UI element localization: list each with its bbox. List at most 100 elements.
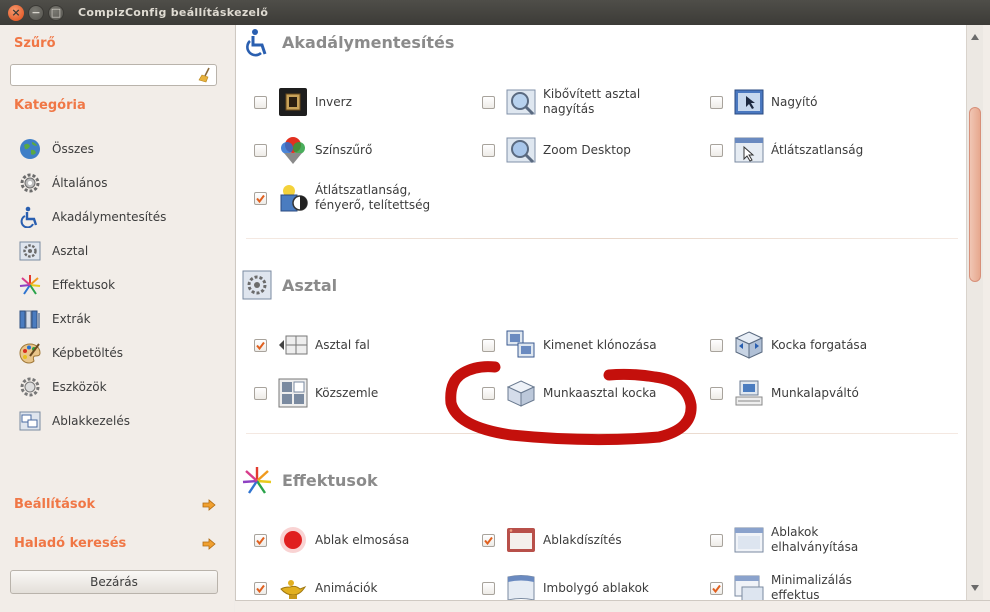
plugin-rotate-cube[interactable]: Kocka forgatása — [710, 327, 867, 363]
gear-icon — [20, 173, 40, 193]
category-effects[interactable]: Effektusok — [18, 268, 166, 302]
plugin-checkbox[interactable] — [482, 143, 495, 157]
plugin-checkbox[interactable] — [710, 533, 723, 547]
plugin-checkbox[interactable] — [710, 386, 723, 400]
plugin-window-decoration[interactable]: Ablakdíszítés — [482, 522, 622, 558]
plugin-desktop-wall[interactable]: Asztal fal — [254, 327, 370, 363]
desktop-gear-icon — [19, 241, 41, 261]
checkmark-icon — [256, 536, 265, 545]
filter-input[interactable] — [11, 65, 191, 85]
scroll-down-icon[interactable] — [971, 585, 979, 591]
window-title: CompizConfig beállításkezelő — [78, 6, 269, 19]
plugin-fade-windows[interactable]: Ablakok elhalványítása — [710, 522, 861, 558]
wobbly-windows-icon — [507, 575, 535, 600]
plugin-invert[interactable]: Inverz — [254, 84, 352, 120]
plugin-list-panel: Akadálymentesítés Inverz Kibővített aszt… — [235, 25, 966, 600]
filter-box — [10, 64, 217, 86]
plugin-checkbox[interactable] — [482, 95, 495, 109]
desktop-gear-icon — [242, 270, 272, 300]
category-accessibility[interactable]: Akadálymentesítés — [18, 200, 166, 234]
plugin-opacity[interactable]: Átlátszatlanság — [710, 132, 863, 168]
settings-link[interactable]: Beállítások — [14, 497, 216, 512]
section-divider — [246, 433, 958, 434]
close-window-button[interactable]: × — [8, 4, 24, 21]
plugin-checkbox[interactable] — [254, 533, 267, 547]
checkmark-icon — [484, 536, 493, 545]
desktop-cube-icon — [506, 380, 536, 407]
plugin-checkbox[interactable] — [482, 533, 495, 547]
checkmark-icon — [712, 584, 721, 593]
sidebar: Szűrő Kategória Összes Általános Akadály… — [0, 25, 234, 612]
plugin-animations[interactable]: Animációk — [254, 570, 377, 600]
plugin-checkbox[interactable] — [254, 191, 267, 205]
genie-lamp-icon — [280, 580, 307, 599]
category-all[interactable]: Összes — [18, 132, 166, 166]
minimize-window-button[interactable]: − — [28, 4, 44, 21]
magnifier-icon — [506, 89, 536, 116]
blur-icon — [280, 527, 306, 553]
plugin-desktop-cube[interactable]: Munkaasztal kocka — [482, 375, 656, 411]
category-list: Összes Általános Akadálymentesítés Aszta… — [18, 132, 166, 438]
plugin-checkbox[interactable] — [254, 95, 267, 109]
plugin-wobbly-windows[interactable]: Imbolygó ablakok — [482, 570, 649, 600]
category-image-loading[interactable]: Képbetöltés — [18, 336, 166, 370]
plugin-checkbox[interactable] — [710, 338, 723, 352]
plugin-clone-output[interactable]: Kimenet klónozása — [482, 327, 657, 363]
expo-icon — [278, 378, 308, 408]
plugin-window-blur[interactable]: Ablak elmosása — [254, 522, 409, 558]
arrow-right-icon — [202, 537, 216, 550]
title-bar: × − □ CompizConfig beállításkezelő — [0, 0, 990, 25]
globe-icon — [20, 139, 40, 159]
category-window-management[interactable]: Ablakkezelés — [18, 404, 166, 438]
clear-broom-icon[interactable] — [198, 67, 212, 83]
opacity-window-icon — [734, 137, 764, 163]
plugin-enhanced-zoom[interactable]: Kibővített asztal nagyítás — [482, 84, 653, 120]
plugin-checkbox[interactable] — [254, 143, 267, 157]
plugin-checkbox[interactable] — [254, 338, 267, 352]
advanced-search-link[interactable]: Haladó keresés — [14, 536, 216, 551]
category-label: Kategória — [14, 98, 86, 113]
section-title-effects: Effektusok — [282, 471, 378, 490]
plugin-checkbox[interactable] — [482, 581, 495, 595]
category-general[interactable]: Általános — [18, 166, 166, 200]
plugin-expo[interactable]: Közszemle — [254, 375, 378, 411]
tools-gear-icon — [20, 377, 40, 397]
books-icon — [19, 310, 40, 329]
workspace-switcher-icon — [735, 380, 763, 406]
plugin-checkbox[interactable] — [710, 143, 723, 157]
plugin-checkbox[interactable] — [710, 581, 723, 595]
arrow-right-icon — [202, 498, 216, 511]
vertical-scrollbar[interactable] — [966, 25, 983, 600]
plugin-zoom-desktop[interactable]: Zoom Desktop — [482, 132, 631, 168]
plugin-checkbox[interactable] — [482, 386, 495, 400]
filter-label: Szűrő — [14, 36, 56, 51]
category-tools[interactable]: Eszközök — [18, 370, 166, 404]
plugin-checkbox[interactable] — [710, 95, 723, 109]
plugin-minimize-effect[interactable]: Minimalizálás effektus — [710, 570, 861, 600]
close-button[interactable]: Bezárás — [10, 570, 218, 594]
plugin-magnifier[interactable]: Nagyító — [710, 84, 817, 120]
maximize-window-button[interactable]: □ — [48, 4, 64, 21]
palette-icon — [19, 343, 41, 364]
magnifier-cursor-icon — [734, 89, 764, 115]
plugin-checkbox[interactable] — [254, 386, 267, 400]
section-title-accessibility: Akadálymentesítés — [282, 33, 455, 52]
plugin-checkbox[interactable] — [254, 581, 267, 595]
rotate-cube-icon — [734, 331, 764, 359]
scroll-up-icon[interactable] — [971, 34, 979, 40]
plugin-checkbox[interactable] — [482, 338, 495, 352]
wheelchair-icon — [246, 29, 267, 57]
fade-windows-icon — [734, 527, 764, 553]
color-filter-icon — [281, 137, 305, 164]
minimize-effect-icon — [734, 575, 764, 600]
plugin-color-filter[interactable]: Színszűrő — [254, 132, 372, 168]
wheelchair-icon — [20, 206, 38, 228]
checkmark-icon — [256, 584, 265, 593]
plugin-obs[interactable]: Átlátszatlanság, fényerő, telítettség — [254, 180, 455, 216]
category-extras[interactable]: Extrák — [18, 302, 166, 336]
checkmark-icon — [256, 194, 265, 203]
section-title-desktop: Asztal — [282, 276, 338, 295]
category-desktop[interactable]: Asztal — [18, 234, 166, 268]
plugin-workspace-switcher[interactable]: Munkalapváltó — [710, 375, 859, 411]
scrollbar-thumb[interactable] — [969, 107, 981, 282]
